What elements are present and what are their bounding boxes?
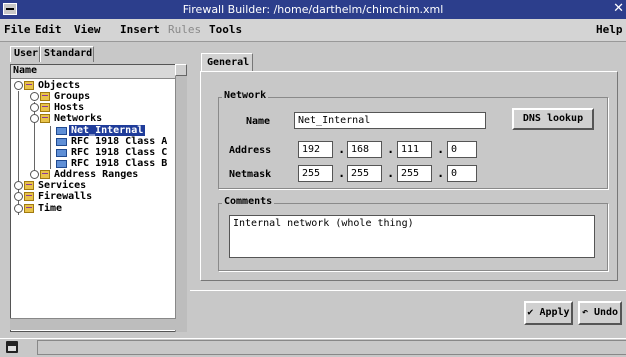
address-octet-3[interactable]: 111: [397, 141, 432, 158]
network-icon: [56, 137, 67, 146]
menu-view[interactable]: View: [74, 23, 101, 36]
netmask-label: Netmask: [229, 169, 272, 180]
window-title: Firewall Builder: /home/darthelm/chimchi…: [182, 3, 444, 16]
menu-help[interactable]: Help: [596, 23, 623, 36]
tab-standard[interactable]: Standard: [40, 46, 94, 62]
address-octet-1[interactable]: 192: [298, 141, 333, 158]
expand-icon[interactable]: [30, 169, 39, 179]
netmask-octet-2[interactable]: 255: [347, 165, 382, 182]
netmask-dot: .: [338, 166, 346, 180]
tree-line: [50, 126, 51, 169]
name-field[interactable]: Net_Internal: [294, 112, 486, 129]
tab-general[interactable]: General: [201, 53, 253, 71]
divider: [190, 290, 626, 291]
checkmark-icon: ✔: [527, 307, 534, 318]
collapse-icon[interactable]: [14, 80, 23, 90]
expand-icon[interactable]: [14, 191, 23, 201]
netmask-octet-3[interactable]: 255: [397, 165, 432, 182]
close-icon[interactable]: ✕: [613, 1, 624, 16]
netmask-octet-4[interactable]: 0: [447, 165, 477, 182]
expand-icon[interactable]: [30, 91, 39, 101]
address-dot: .: [338, 142, 346, 156]
floppy-save-icon[interactable]: [6, 341, 18, 353]
menu-edit[interactable]: Edit: [35, 23, 62, 36]
network-icon: [56, 148, 67, 157]
undo-arrow-icon: ↶: [581, 307, 588, 318]
network-group-title: Network: [222, 90, 269, 101]
scroll-up-arrow-icon[interactable]: [175, 64, 187, 76]
window-menu-icon[interactable]: [3, 3, 17, 15]
folder-icon: [24, 203, 34, 213]
dns-lookup-button[interactable]: DNS lookup: [512, 108, 594, 130]
tree-horizontal-scrollbar[interactable]: [10, 318, 176, 330]
folder-icon: [40, 169, 50, 179]
network-icon: [56, 159, 67, 168]
title-bar: Firewall Builder: /home/darthelm/chimchi…: [0, 0, 626, 19]
address-octet-2[interactable]: 168: [347, 141, 382, 158]
folder-icon: [24, 180, 34, 190]
folder-icon: [40, 102, 50, 112]
expand-icon[interactable]: [14, 203, 23, 213]
tree-item-networks[interactable]: Networks: [30, 113, 104, 125]
tree-item-firewalls[interactable]: Firewalls: [14, 191, 94, 203]
menu-insert[interactable]: Insert: [120, 23, 160, 36]
address-dot: .: [387, 142, 395, 156]
comments-group-title: Comments: [222, 196, 275, 207]
status-message-field: [37, 340, 626, 355]
tab-user[interactable]: User: [10, 46, 40, 62]
folder-icon: [24, 80, 34, 90]
tree-vertical-scrollbar[interactable]: [175, 64, 187, 332]
apply-button[interactable]: ✔ Apply: [524, 301, 573, 325]
tree-item-time[interactable]: Time: [14, 203, 64, 215]
folder-icon: [40, 91, 50, 101]
expand-icon[interactable]: [30, 102, 39, 112]
address-label: Address: [229, 145, 272, 156]
menu-rules[interactable]: Rules: [168, 23, 201, 36]
name-label: Name: [246, 116, 271, 127]
netmask-dot: .: [437, 166, 445, 180]
collapse-icon[interactable]: [30, 113, 39, 123]
folder-icon: [40, 113, 50, 123]
address-dot: .: [437, 142, 445, 156]
folder-icon: [24, 191, 34, 201]
comments-textarea[interactable]: Internal network (whole thing): [229, 215, 595, 258]
network-icon: [56, 126, 67, 135]
netmask-octet-1[interactable]: 255: [298, 165, 333, 182]
menu-file[interactable]: File: [4, 23, 31, 36]
tree-column-header: Name: [11, 65, 175, 79]
netmask-dot: .: [387, 166, 395, 180]
address-octet-4[interactable]: 0: [447, 141, 477, 158]
menu-bar: File Edit View Insert Rules Tools Help: [0, 19, 626, 42]
expand-icon[interactable]: [14, 180, 23, 190]
menu-tools[interactable]: Tools: [209, 23, 242, 36]
undo-button[interactable]: ↶ Undo: [578, 301, 622, 325]
